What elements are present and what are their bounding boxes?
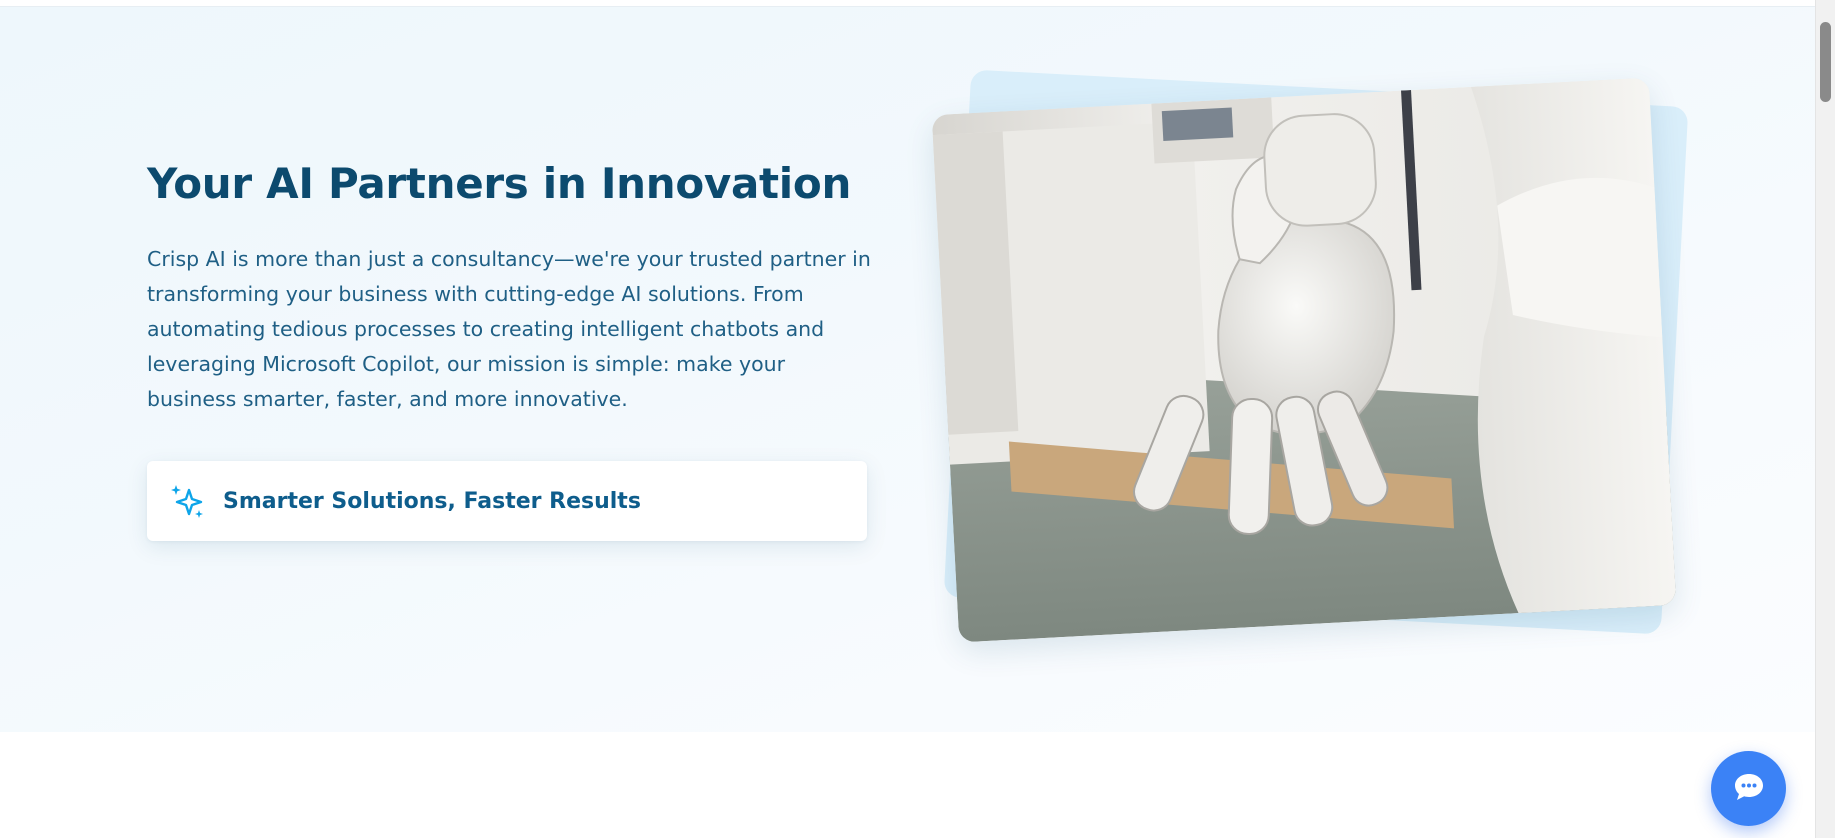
page-viewport: Your AI Partners in Innovation Crisp AI … — [0, 0, 1835, 838]
hero-section: Your AI Partners in Innovation Crisp AI … — [0, 6, 1815, 732]
scrollbar-thumb[interactable] — [1820, 22, 1831, 102]
vertical-scrollbar[interactable] — [1815, 0, 1835, 838]
chat-button[interactable] — [1711, 751, 1786, 826]
header-bottom-edge — [0, 0, 1815, 7]
feature-card-label: Smarter Solutions, Faster Results — [223, 488, 641, 514]
hero-headline: Your AI Partners in Innovation — [147, 159, 852, 208]
feature-card: Smarter Solutions, Faster Results — [147, 461, 867, 541]
robot-hand-image — [931, 77, 1677, 643]
hero-text-block: Your AI Partners in Innovation Crisp AI … — [147, 156, 877, 417]
sparkles-icon — [169, 482, 207, 520]
chat-bubble-icon — [1733, 772, 1765, 806]
hero-image-container — [931, 69, 1689, 643]
hero-description: Crisp AI is more than just a consultancy… — [147, 247, 871, 411]
